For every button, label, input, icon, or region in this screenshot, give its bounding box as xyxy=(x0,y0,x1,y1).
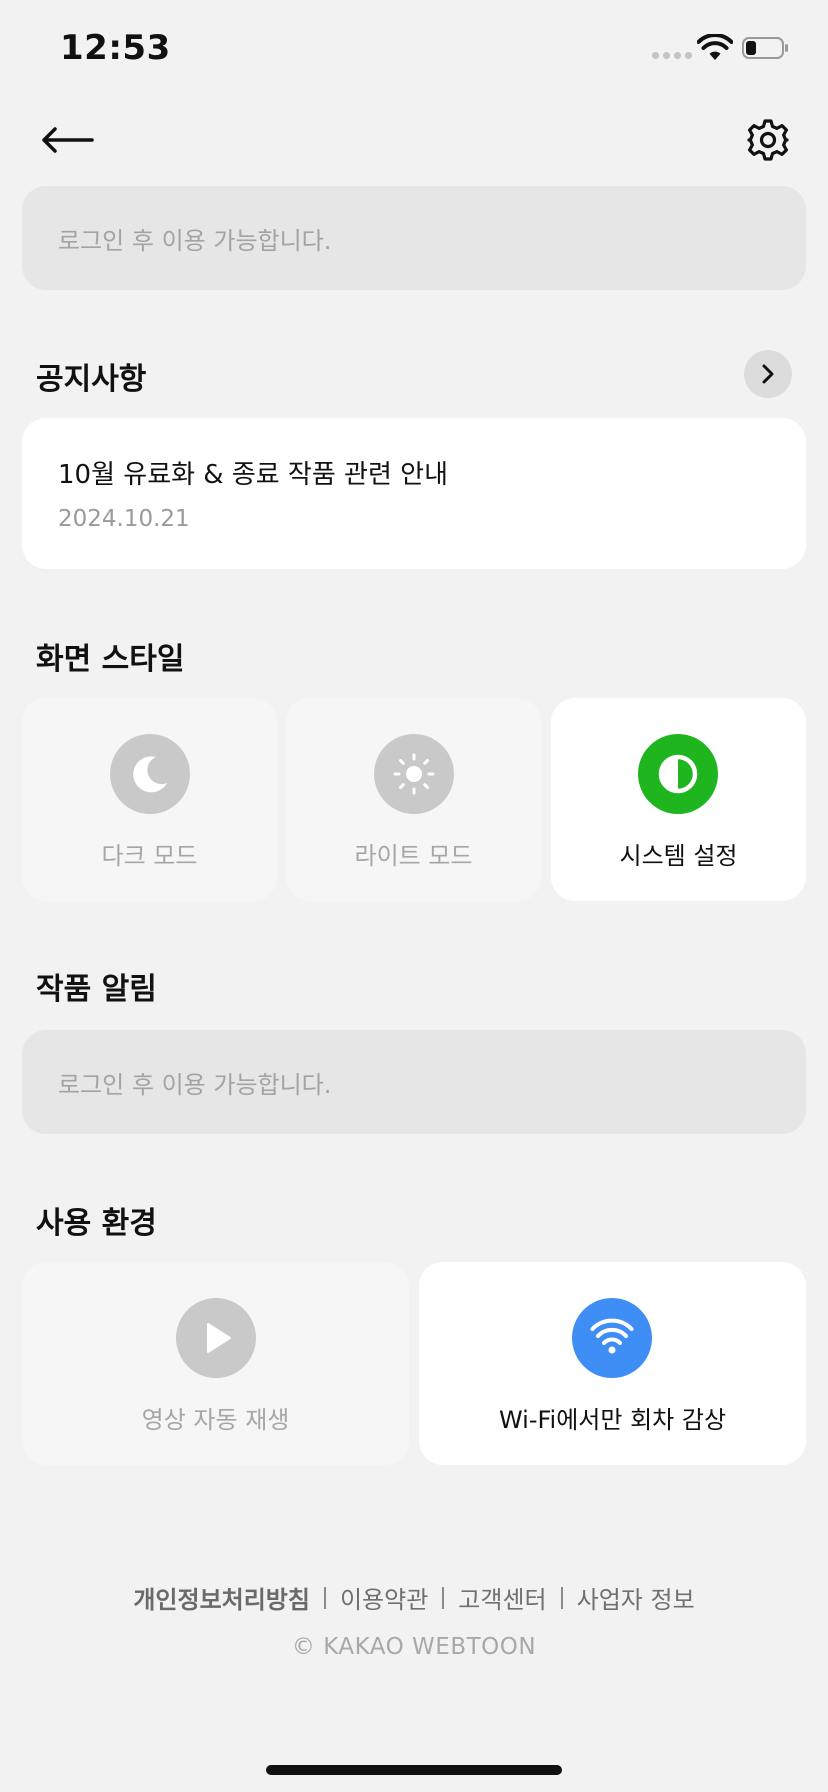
sun-icon xyxy=(374,734,454,814)
work-alerts-login-banner[interactable]: 로그인 후 이용 가능합니다. xyxy=(22,1030,806,1134)
customer-center-link[interactable]: 고객센터 xyxy=(458,1580,546,1615)
notice-item-title: 10월 유료화 & 종료 작품 관련 안내 xyxy=(58,460,448,490)
footer-divider xyxy=(323,1586,326,1609)
video-autoplay-label: 영상 자동 재생 xyxy=(141,1406,290,1434)
play-icon xyxy=(176,1298,256,1378)
system-setting-label: 시스템 설정 xyxy=(619,842,738,870)
notice-section-title: 공지사항 xyxy=(36,362,147,397)
login-required-text: 로그인 후 이용 가능합니다. xyxy=(58,226,332,255)
login-required-banner[interactable]: 로그인 후 이용 가능합니다. xyxy=(22,186,806,290)
wifi-icon xyxy=(572,1298,652,1378)
status-bar: 12:53 xyxy=(0,0,828,96)
system-setting-option[interactable]: 시스템 설정 xyxy=(551,698,806,901)
footer-divider xyxy=(442,1586,445,1609)
arrow-left-icon xyxy=(42,127,94,153)
privacy-policy-link[interactable]: 개인정보처리방침 xyxy=(133,1580,310,1615)
gear-icon xyxy=(747,119,789,161)
footer-divider xyxy=(560,1586,563,1609)
battery-icon xyxy=(742,37,788,59)
light-mode-option[interactable]: 라이트 모드 xyxy=(286,698,541,901)
dark-mode-label: 다크 모드 xyxy=(101,842,198,870)
moon-icon xyxy=(110,734,190,814)
notice-item-date: 2024.10.21 xyxy=(58,506,190,532)
contrast-icon xyxy=(638,734,718,814)
home-indicator xyxy=(266,1765,562,1775)
video-autoplay-option[interactable]: 영상 자동 재생 xyxy=(22,1262,409,1465)
business-info-link[interactable]: 사업자 정보 xyxy=(577,1580,695,1615)
settings-button[interactable] xyxy=(740,112,796,168)
wifi-only-label: Wi-Fi에서만 회차 감상 xyxy=(498,1406,727,1434)
terms-link[interactable]: 이용약관 xyxy=(340,1580,428,1615)
screen-style-section-title: 화면 스타일 xyxy=(36,642,185,677)
status-time: 12:53 xyxy=(60,28,171,68)
usage-section-title: 사용 환경 xyxy=(36,1206,157,1241)
footer-links: 개인정보처리방침 이용약관 고객센터 사업자 정보 xyxy=(0,1580,828,1615)
dark-mode-option[interactable]: 다크 모드 xyxy=(22,698,277,901)
nav-bar xyxy=(0,110,828,170)
work-alerts-login-text: 로그인 후 이용 가능합니다. xyxy=(58,1070,332,1099)
back-button[interactable] xyxy=(38,112,98,168)
copyright: © KAKAO WEBTOON xyxy=(291,1634,537,1660)
wifi-only-option[interactable]: Wi-Fi에서만 회차 감상 xyxy=(419,1262,806,1465)
chevron-right-icon xyxy=(762,364,774,384)
wifi-status-icon xyxy=(697,34,733,60)
light-mode-label: 라이트 모드 xyxy=(354,842,473,870)
cellular-signal-icon xyxy=(652,52,692,59)
notice-more-button[interactable] xyxy=(744,350,792,398)
notice-item[interactable]: 10월 유료화 & 종료 작품 관련 안내 2024.10.21 xyxy=(22,418,806,569)
work-alerts-section-title: 작품 알림 xyxy=(36,972,157,1007)
